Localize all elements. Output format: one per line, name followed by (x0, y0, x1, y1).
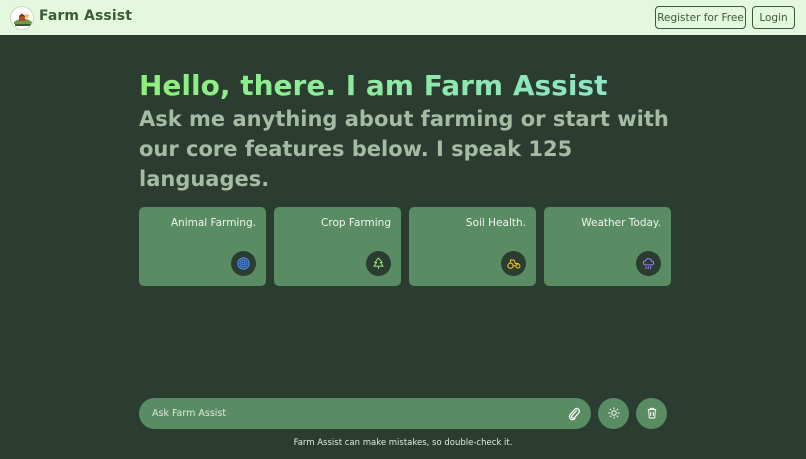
hero-title: Hello, there. I am Farm Assist (139, 69, 608, 102)
farm-logo-icon[interactable] (10, 6, 34, 30)
disclaimer-text: Farm Assist can make mistakes, so double… (293, 438, 513, 448)
clear-chat-button[interactable] (636, 398, 667, 429)
feature-card-crop-farming[interactable]: Crop Farming (274, 207, 401, 286)
card-label: Animal Farming. (170, 217, 256, 229)
brand-name[interactable]: Farm Assist (39, 8, 132, 24)
top-nav: Farm Assist Register for Free Login (0, 0, 806, 35)
card-label: Soil Health. (465, 217, 526, 229)
login-button[interactable]: Login (752, 6, 795, 29)
trash-icon (646, 404, 658, 423)
paperclip-icon[interactable] (567, 406, 581, 421)
feature-card-weather-today[interactable]: Weather Today. (544, 207, 671, 286)
prompt-bar (139, 398, 591, 429)
feature-card-soil-health[interactable]: Soil Health. (409, 207, 536, 286)
tractor-icon (501, 251, 526, 276)
target-icon (231, 251, 256, 276)
register-button[interactable]: Register for Free (655, 6, 746, 29)
tree-icon (366, 251, 391, 276)
card-label: Crop Farming (321, 217, 391, 229)
sun-icon (607, 404, 620, 423)
hero-subtitle: Ask me anything about farming or start w… (139, 107, 669, 191)
cloud-rain-icon (636, 251, 661, 276)
theme-toggle-button[interactable] (598, 398, 629, 429)
card-label: Weather Today. (581, 217, 661, 229)
feature-card-animal-farming[interactable]: Animal Farming. (139, 207, 266, 286)
prompt-input[interactable] (152, 398, 552, 429)
